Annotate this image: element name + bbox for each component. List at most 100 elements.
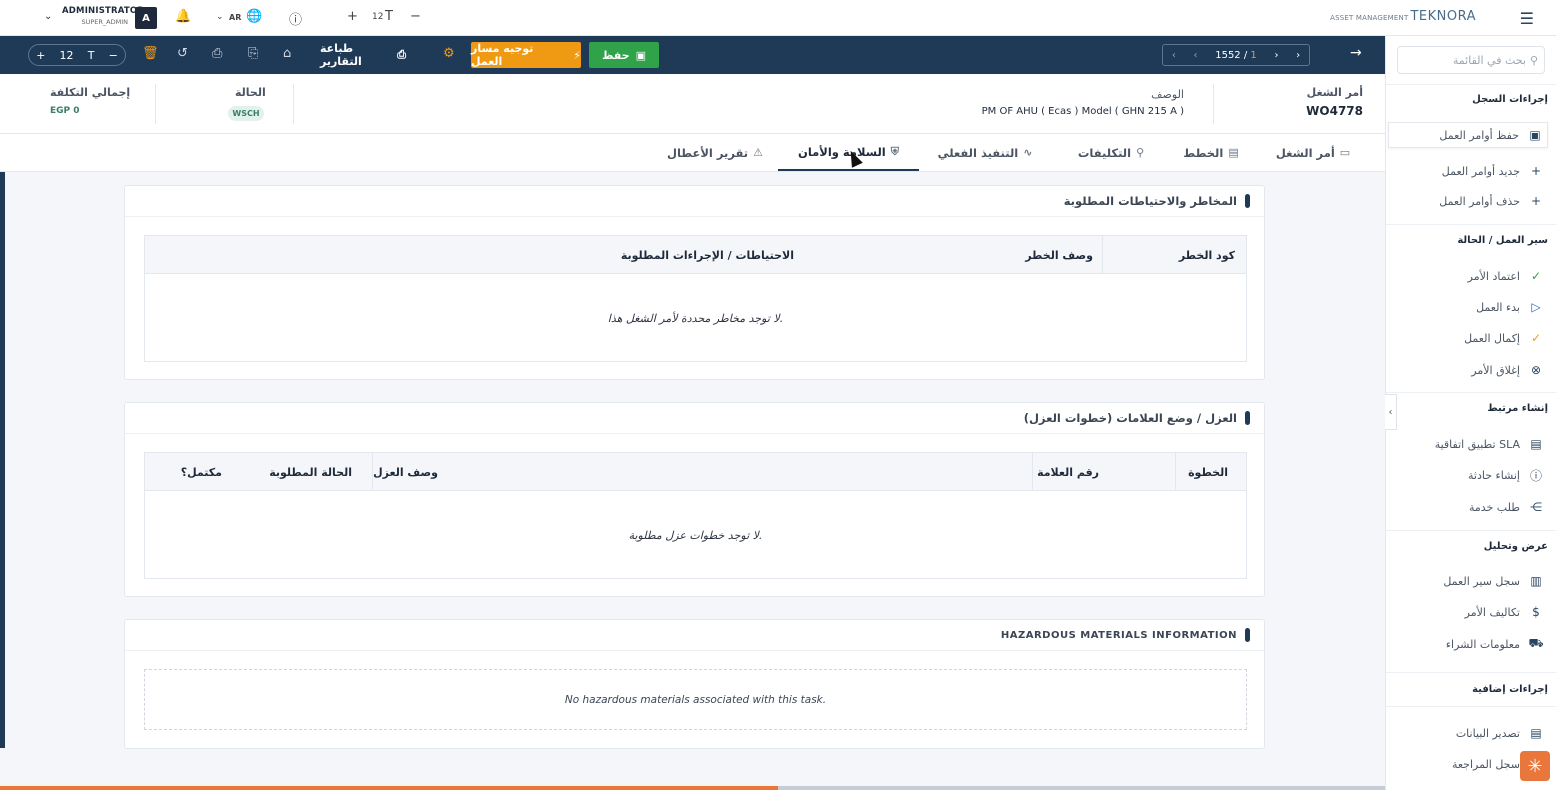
font-size-icon: T [87, 48, 95, 62]
tab-plans[interactable]: الخطط ▤ [1176, 134, 1246, 171]
sidebar-item-purchase-info[interactable]: معلومات الشراء ⛟ [1388, 631, 1548, 657]
bell-icon[interactable]: 🔔 [175, 9, 191, 24]
assistant-launcher-icon[interactable]: ✳ [1520, 751, 1550, 781]
history-icon[interactable]: ↺ [177, 46, 188, 61]
shield-icon: ⛨ [890, 144, 899, 158]
sidebar-item-complete[interactable]: إكمال العمل ✓ [1388, 325, 1548, 351]
save-icon: ▣ [1529, 128, 1541, 142]
wo-number: WO4778 [1306, 104, 1363, 118]
sidebar-item-approve[interactable]: اعتماد الأمر ✓ [1388, 263, 1548, 289]
cart-icon: ⛟ [1528, 636, 1544, 650]
back-arrow-icon[interactable]: → [1350, 45, 1362, 61]
help-icon[interactable]: ⓘ [289, 9, 302, 28]
tab-failure-report[interactable]: تقرير الأعطال ⚠ [662, 134, 768, 171]
menu-icon[interactable]: ☰ [1520, 9, 1534, 28]
sidebar-item-export[interactable]: تصدير البيانات ▤ [1388, 720, 1548, 746]
column-header: الحالة المطلوبة [269, 465, 352, 479]
printer-icon[interactable]: ⎙ [212, 46, 222, 61]
pager-last-icon[interactable]: › [1296, 50, 1300, 61]
page-scrollbar[interactable] [0, 786, 778, 790]
check-circle-icon: ✓ [1530, 331, 1542, 345]
print-icon: ⎙ [397, 48, 406, 61]
dollar-icon: $ [1532, 605, 1540, 619]
user-check-icon: ⚲ [1136, 146, 1145, 159]
font-size-icon: T [385, 9, 393, 24]
search-icon: ⚲ [1529, 53, 1538, 67]
sidebar-search[interactable]: بحث في القائمة ⚲ [1397, 46, 1545, 74]
tag-icon[interactable]: ⌂ [283, 46, 291, 61]
sidebar-item-save-wo[interactable]: حفظ أوامر العمل ▣ [1388, 122, 1548, 148]
globe-icon[interactable]: 🌐 [246, 9, 262, 24]
total-cost-value: EGP 0 [50, 106, 80, 116]
user-info[interactable]: ADMINISTRATOR SUPER_ADMIN [62, 6, 144, 26]
tab-assignments[interactable]: التكليفات ⚲ [1066, 134, 1156, 171]
wo-label: أمر الشغل [1306, 86, 1363, 99]
right-sidebar: بحث في القائمة ⚲ إجراءات السجل حفظ أوامر… [1385, 36, 1556, 790]
column-header: وصف العزل [373, 465, 438, 479]
sidebar-item-service-request[interactable]: طلب خدمة ⋲ [1388, 494, 1548, 520]
x-circle-icon: ⊗ [1530, 363, 1542, 377]
save-icon: ▣ [635, 48, 647, 62]
sidebar-item-sla[interactable]: تطبيق اتفاقية SLA ▤ [1388, 431, 1548, 457]
sidebar-item-start[interactable]: بدء العمل ▷ [1388, 294, 1548, 320]
column-header: مكتمل؟ [180, 465, 222, 479]
sidebar-collapse-button[interactable]: ‹ [1385, 394, 1397, 430]
empty-state: لا توجد مخاطر محددة لأمر الشغل هذا. [607, 312, 784, 325]
font-size-value: 12 [59, 48, 74, 62]
plus-icon: + [1530, 194, 1542, 208]
column-header: الخطوة [1188, 465, 1228, 479]
pager-total: 1552 [1215, 49, 1241, 61]
hazmat-panel: HAZARDOUS MATERIALS INFORMATION No hazar… [124, 619, 1265, 749]
status-label: الحالة [235, 86, 266, 99]
save-button[interactable]: حفظ ▣ [589, 42, 659, 68]
sidebar-item-delete-wo[interactable]: حذف أوامر العمل + [1388, 188, 1548, 214]
language-code[interactable]: AR [229, 13, 241, 22]
font-increase-icon[interactable]: + [347, 9, 358, 24]
workflow-icon[interactable]: ⚙ [443, 46, 455, 61]
bolt-icon: ⚡ [573, 48, 581, 62]
tab-actual-execution[interactable]: التنفيذ الفعلي ∿ [930, 134, 1040, 171]
language-chevron-icon[interactable]: ⌄ [216, 12, 224, 22]
route-workflow-button[interactable]: توجيه مسار العمل ⚡ [471, 42, 581, 68]
sidebar-item-new-wo[interactable]: جديد أوامر العمل + [1388, 158, 1548, 184]
sidebar-item-workflow-log[interactable]: سجل سير العمل ▥ [1388, 568, 1548, 594]
isolation-table: الخطوة رقم العلامة وصف العزل الحالة المط… [144, 452, 1247, 579]
sidebar-item-close[interactable]: إغلاق الأمر ⊗ [1388, 357, 1548, 383]
search-input[interactable]: بحث في القائمة [1453, 54, 1526, 67]
panel-title: المخاطر والاحتياطات المطلوبة [1064, 194, 1250, 208]
page-scrollbar-track [778, 786, 1385, 790]
isolation-panel: العزل / وضع العلامات (خطوات العزل) الخطو… [124, 402, 1265, 597]
font-size-value: 12 [372, 12, 384, 22]
tab-work-order[interactable]: أمر الشغل ▭ [1268, 134, 1358, 171]
panel-title: العزل / وضع العلامات (خطوات العزل) [1024, 411, 1250, 425]
font-decrease-icon[interactable]: − [410, 9, 421, 24]
section-record-actions: إجراءات السجل [1472, 94, 1548, 105]
check-circle-icon: ✓ [1530, 269, 1542, 283]
section-create-linked: إنشاء مرتبط [1487, 403, 1548, 414]
user-menu-chevron-icon[interactable]: ⌄ [44, 11, 52, 22]
attachment-icon[interactable]: ⎘ [248, 46, 258, 61]
pager-first-icon[interactable]: ‹ [1172, 50, 1176, 61]
briefcase-icon: ▭ [1339, 146, 1351, 159]
table-header: الخطوة رقم العلامة وصف العزل الحالة المط… [145, 453, 1246, 491]
avatar[interactable]: A [135, 7, 157, 29]
sidebar-item-costs[interactable]: تكاليف الأمر $ [1388, 599, 1548, 625]
delete-icon[interactable]: 🗑 [142, 46, 159, 61]
column-header: كود الخطر [1178, 248, 1235, 262]
pager-current: 1 [1250, 49, 1257, 61]
font-decrease-icon[interactable]: − [109, 49, 118, 62]
hazards-panel: المخاطر والاحتياطات المطلوبة كود الخطر و… [124, 185, 1265, 380]
pager-next-icon[interactable]: › [1274, 50, 1278, 61]
tab-bar: أمر الشغل ▭ الخطط ▤ التكليفات ⚲ التنفيذ الف… [0, 134, 1385, 172]
activity-icon: ∿ [1023, 146, 1033, 159]
pager-prev-icon[interactable]: ‹ [1194, 50, 1198, 61]
print-reports-button[interactable]: طباعة التقارير ⎙ [320, 42, 406, 68]
font-increase-icon[interactable]: + [36, 49, 45, 62]
status-badge: WSCH [228, 106, 264, 121]
sidebar-item-incident[interactable]: إنشاء حادثة ⓘ [1388, 462, 1548, 488]
alert-circle-icon: ⓘ [1529, 468, 1542, 483]
section-view-analysis: عرض وتحليل [1483, 541, 1548, 552]
record-pager: ‹ ‹ 1552 / 1 › › [1162, 44, 1310, 66]
scroll-indicator [0, 172, 5, 748]
user-role: SUPER_ADMIN [81, 18, 128, 26]
